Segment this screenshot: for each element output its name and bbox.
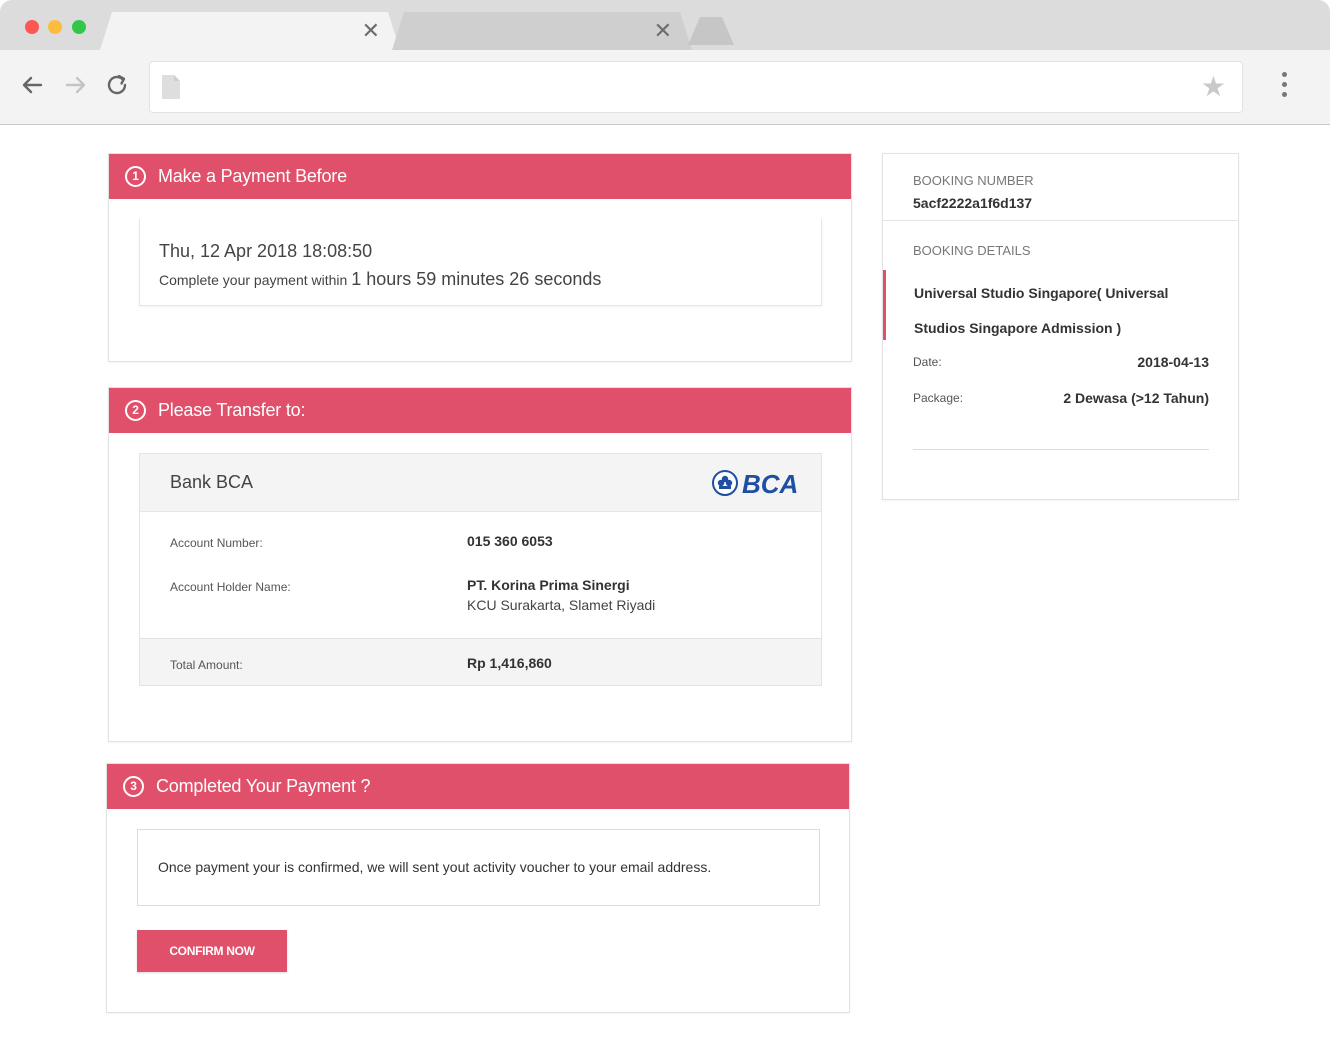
tab-close-icon[interactable]: ✕	[362, 20, 380, 42]
step-number-badge: 2	[125, 400, 146, 421]
confirm-payment-panel: 3 Completed Your Payment ? Once payment …	[106, 763, 850, 1013]
panel-header: 2 Please Transfer to:	[109, 388, 851, 433]
page-icon	[162, 75, 180, 99]
total-amount-row: Total Amount: Rp 1,416,860	[140, 638, 821, 685]
bank-header: Bank BCA BCA	[140, 454, 821, 512]
address-bar[interactable]: ★	[149, 61, 1243, 113]
step-number-badge: 1	[125, 166, 146, 187]
remaining-time-value: 1 hours 59 minutes 26 seconds	[351, 269, 602, 289]
confirmation-info-box: Once payment your is confirmed, we will …	[137, 829, 820, 906]
forward-arrow-icon[interactable]	[61, 70, 91, 100]
panel-title: Completed Your Payment ?	[156, 776, 371, 796]
package-value: 2 Dewasa (>12 Tahun)	[1063, 390, 1209, 406]
account-holder-label: Account Holder Name:	[170, 580, 291, 594]
product-name-line: Studios Singapore Admission )	[914, 320, 1122, 336]
payment-deadline: Thu, 12 Apr 2018 18:08:50	[159, 241, 373, 261]
bca-logo: BCA	[712, 469, 798, 498]
payment-deadline-panel: 1 Make a Payment Before Thu, 12 Apr 2018…	[108, 153, 852, 362]
panel-header: 3 Completed Your Payment ?	[107, 764, 849, 809]
panel-header: 1 Make a Payment Before	[109, 154, 851, 199]
bookmark-star-icon[interactable]: ★	[1201, 72, 1226, 102]
booking-details-label: BOOKING DETAILS	[913, 243, 1031, 258]
date-label: Date:	[913, 355, 942, 369]
browser-tab-active[interactable]: ✕	[100, 12, 400, 50]
bank-name: Bank BCA	[170, 472, 254, 492]
product-name-line: Universal Studio Singapore( Universal	[914, 285, 1169, 301]
booking-number-value: 5acf2222a1f6d137	[913, 195, 1033, 211]
new-tab-button[interactable]	[688, 17, 734, 45]
account-holder-name: PT. Korina Prima Sinergi	[467, 577, 630, 593]
account-holder-branch: KCU Surakarta, Slamet Riyadi	[467, 597, 656, 613]
panel-title: Please Transfer to:	[158, 400, 306, 420]
reload-icon[interactable]	[102, 70, 132, 100]
deadline-box: Thu, 12 Apr 2018 18:08:50 Complete your …	[139, 219, 822, 306]
panel-title: Make a Payment Before	[158, 166, 347, 186]
booking-summary-panel: BOOKING NUMBER 5acf2222a1f6d137 BOOKING …	[882, 153, 1239, 500]
total-amount-value: Rp 1,416,860	[467, 655, 552, 671]
confirmation-message: Once payment your is confirmed, we will …	[158, 859, 712, 875]
booking-number-label: BOOKING NUMBER	[913, 173, 1034, 188]
bank-details-card: Bank BCA BCA Account Number: 015 360 605…	[139, 453, 822, 686]
account-number-label: Account Number:	[170, 536, 263, 550]
product-accent-bar	[883, 270, 886, 340]
transfer-panel: 2 Please Transfer to: Bank BCA BCA Accou…	[108, 387, 852, 742]
divider	[913, 449, 1209, 450]
step-number-badge: 3	[123, 776, 144, 797]
product-name: Universal Studio Singapore( Universal St…	[914, 276, 1204, 346]
total-amount-label: Total Amount:	[170, 658, 243, 672]
account-number-value: 015 360 6053	[467, 533, 553, 549]
bca-logo-text: BCA	[742, 469, 798, 498]
maximize-window-button[interactable]	[72, 20, 86, 34]
divider	[883, 220, 1238, 221]
browser-toolbar: ★	[0, 50, 1330, 124]
close-window-button[interactable]	[25, 20, 39, 34]
date-value: 2018-04-13	[1137, 354, 1209, 370]
browser-window-chrome: ✕ ✕ ★	[0, 0, 1330, 125]
browser-tab-inactive[interactable]: ✕	[392, 12, 692, 50]
minimize-window-button[interactable]	[48, 20, 62, 34]
browser-menu-icon[interactable]	[1276, 72, 1292, 102]
package-label: Package:	[913, 391, 964, 405]
confirm-now-button[interactable]: CONFIRM NOW	[137, 930, 287, 972]
remaining-time-prefix: Complete your payment within	[159, 272, 348, 288]
remaining-time-text: Complete your payment within 1 hours 59 …	[159, 269, 601, 290]
tab-close-icon[interactable]: ✕	[654, 20, 672, 42]
back-arrow-icon[interactable]	[17, 70, 47, 100]
